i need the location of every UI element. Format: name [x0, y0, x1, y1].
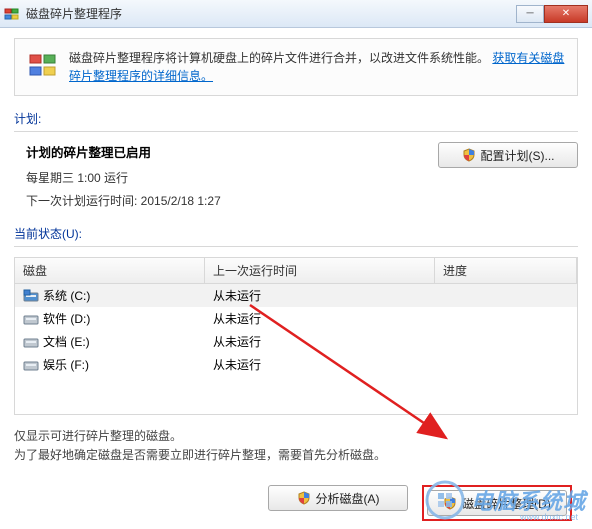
last-run-value: 从未运行: [205, 310, 435, 327]
watermark: 电脑系统城 www.dnxtc.net: [425, 480, 586, 520]
schedule-frequency-text: 每星期三 1:00 运行: [26, 169, 438, 186]
drive-icon: [23, 289, 39, 303]
drive-icon: [23, 312, 39, 326]
column-header-last-run[interactable]: 上一次运行时间: [205, 258, 435, 283]
analyze-disk-button[interactable]: 分析磁盘(A): [268, 485, 408, 511]
drive-icon: [23, 358, 39, 372]
note-line-2: 为了最好地确定磁盘是否需要立即进行碎片整理，需要首先分析磁盘。: [14, 446, 578, 465]
schedule-enabled-text: 计划的碎片整理已启用: [26, 142, 438, 161]
table-row[interactable]: 文档 (E:) 从未运行: [15, 330, 577, 353]
app-icon: [4, 6, 20, 22]
disk-name: 软件 (D:): [43, 310, 90, 327]
defrag-icon: [27, 49, 59, 81]
close-button[interactable]: ✕: [544, 5, 588, 23]
last-run-value: 从未运行: [205, 356, 435, 373]
table-row[interactable]: 娱乐 (F:) 从未运行: [15, 353, 577, 376]
schedule-next-run-text: 下一次计划运行时间: 2015/2/18 1:27: [26, 192, 438, 209]
info-banner: 磁盘碎片整理程序将计算机硬盘上的碎片文件进行合并，以改进文件系统性能。 获取有关…: [14, 38, 578, 96]
schedule-section-label: 计划:: [14, 110, 578, 127]
disk-table: 磁盘 上一次运行时间 进度 系统 (C:) 从未运行 软件 (D:) 从未运行: [14, 257, 578, 415]
drive-icon: [23, 335, 39, 349]
note-line-1: 仅显示可进行碎片整理的磁盘。: [14, 427, 578, 446]
column-header-disk[interactable]: 磁盘: [15, 258, 205, 283]
info-text: 磁盘碎片整理程序将计算机硬盘上的碎片文件进行合并，以改进文件系统性能。: [69, 51, 489, 65]
window-title: 磁盘碎片整理程序: [26, 5, 516, 22]
column-header-progress[interactable]: 进度: [435, 258, 577, 283]
minimize-button[interactable]: ─: [516, 5, 544, 23]
table-row[interactable]: 系统 (C:) 从未运行: [15, 284, 577, 307]
status-section-label: 当前状态(U):: [14, 225, 578, 242]
shield-icon: [462, 148, 476, 162]
last-run-value: 从未运行: [205, 333, 435, 350]
table-row[interactable]: 软件 (D:) 从未运行: [15, 307, 577, 330]
last-run-value: 从未运行: [205, 287, 435, 304]
disk-name: 娱乐 (F:): [43, 356, 89, 373]
configure-schedule-button[interactable]: 配置计划(S)...: [438, 142, 578, 168]
shield-icon: [297, 491, 311, 505]
disk-name: 系统 (C:): [43, 287, 90, 304]
disk-name: 文档 (E:): [43, 333, 90, 350]
watermark-logo-icon: [425, 480, 465, 520]
